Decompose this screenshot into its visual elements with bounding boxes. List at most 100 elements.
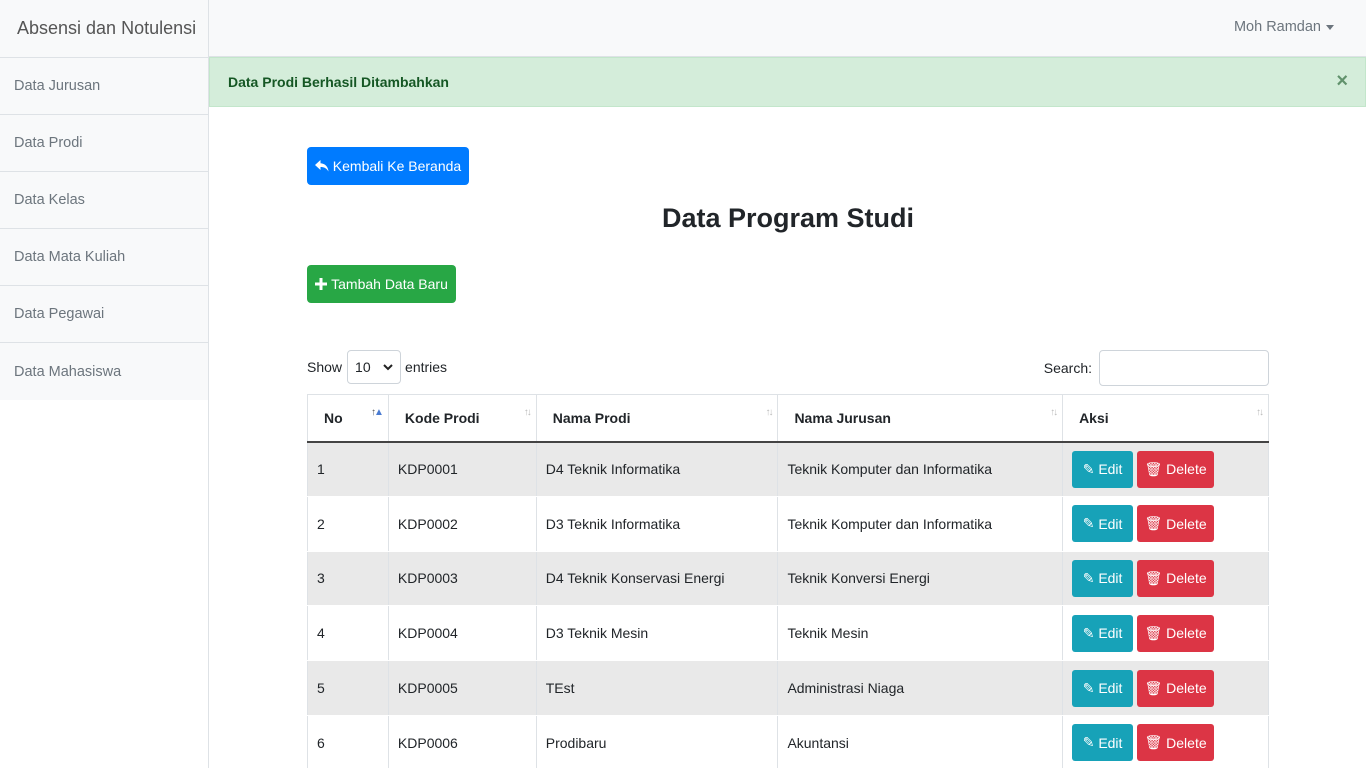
- edit-button[interactable]: ✎ Edit: [1072, 669, 1134, 707]
- sidebar-item-data-kelas[interactable]: Data Kelas: [0, 172, 208, 229]
- pencil-icon: ✎: [1082, 515, 1095, 532]
- reply-icon: [314, 159, 329, 171]
- sidebar-item-data-mata-kuliah[interactable]: Data Mata Kuliah: [0, 229, 208, 286]
- edit-button[interactable]: ✎ Edit: [1072, 450, 1134, 488]
- caret-down-icon: [1326, 24, 1334, 30]
- cell-no: 1: [307, 441, 389, 497]
- sort-asc-icon: ↑▲: [371, 407, 384, 418]
- delete-button[interactable]: 🗑 Delete: [1137, 669, 1215, 707]
- user-menu[interactable]: Moh Ramdan: [1234, 19, 1334, 35]
- delete-button[interactable]: 🗑 Delete: [1137, 505, 1215, 543]
- page-title: Data Program Studi: [661, 203, 915, 233]
- cell-actions: ✎ Edit 🗑 Delete: [1062, 441, 1269, 497]
- cell-nama-prodi: D3 Teknik Informatika: [535, 496, 778, 552]
- sort-icon: ↑↓: [765, 407, 773, 418]
- delete-button[interactable]: 🗑 Delete: [1137, 450, 1215, 488]
- table-row: 6 KDP0006 Prodibaru Akuntansi ✎ Edit 🗑 D…: [307, 715, 1269, 768]
- topbar: Moh Ramdan: [209, 0, 1366, 57]
- cell-nama-jurusan: Teknik Mesin: [777, 605, 1063, 662]
- table-row: 5 KDP0005 TEst Administrasi Niaga ✎ Edit…: [307, 660, 1269, 716]
- cell-actions: ✎ Edit 🗑 Delete: [1062, 605, 1269, 662]
- entries-select[interactable]: 10: [347, 350, 402, 384]
- header-kode-prodi[interactable]: Kode Prodi ↑↓: [387, 394, 537, 443]
- trash-icon: 🗑: [1144, 569, 1163, 586]
- header-nama-prodi[interactable]: Nama Prodi ↑↓: [535, 394, 778, 443]
- entries-label: entries: [405, 359, 448, 375]
- cell-nama-jurusan: Teknik Konversi Energi: [777, 551, 1063, 607]
- sort-icon: ↑↓: [1256, 407, 1264, 418]
- search-label: Search:: [1043, 360, 1092, 376]
- back-to-home-button[interactable]: Kembali Ke Beranda: [307, 147, 469, 185]
- back-button-label: Kembali Ke Beranda: [332, 158, 462, 174]
- edit-button[interactable]: ✎ Edit: [1072, 559, 1134, 597]
- header-nama-jurusan[interactable]: Nama Jurusan ↑↓: [777, 394, 1063, 443]
- cell-nama-prodi: TEst: [535, 660, 778, 716]
- alert-message: Data Prodi Berhasil Ditambahkan: [228, 74, 449, 90]
- sidebar-item-data-mahasiswa[interactable]: Data Mahasiswa: [0, 343, 208, 400]
- pencil-icon: ✎: [1082, 679, 1095, 696]
- sort-icon: ↑↓: [1050, 407, 1058, 418]
- cell-kode: KDP0006: [387, 715, 537, 768]
- trash-icon: 🗑: [1144, 515, 1163, 532]
- delete-button[interactable]: 🗑 Delete: [1137, 559, 1215, 597]
- cell-nama-jurusan: Teknik Komputer dan Informatika: [777, 441, 1063, 497]
- show-entries: Show 10 entries: [307, 350, 447, 384]
- edit-button[interactable]: ✎ Edit: [1072, 724, 1134, 762]
- cell-nama-jurusan: Administrasi Niaga: [777, 660, 1063, 716]
- trash-icon: 🗑: [1144, 734, 1163, 751]
- cell-nama-jurusan: Akuntansi: [777, 715, 1063, 768]
- cell-nama-prodi: Prodibaru: [535, 715, 778, 768]
- trash-icon: 🗑: [1144, 679, 1163, 696]
- pencil-icon: ✎: [1082, 569, 1095, 586]
- pencil-icon: ✎: [1082, 624, 1095, 641]
- delete-button[interactable]: 🗑 Delete: [1137, 724, 1215, 762]
- table-row: 1 KDP0001 D4 Teknik Informatika Teknik K…: [307, 441, 1269, 497]
- cell-nama-prodi: D3 Teknik Mesin: [535, 605, 778, 662]
- add-button-label: Tambah Data Baru: [331, 276, 448, 292]
- cell-no: 6: [307, 715, 389, 768]
- table-row: 3 KDP0003 D4 Teknik Konservasi Energi Te…: [307, 551, 1269, 607]
- app-title[interactable]: Absensi dan Notulensi: [0, 0, 208, 58]
- search-input[interactable]: [1099, 350, 1269, 386]
- cell-kode: KDP0004: [387, 605, 537, 662]
- table-row: 4 KDP0004 D3 Teknik Mesin Teknik Mesin ✎…: [307, 605, 1269, 662]
- cell-actions: ✎ Edit 🗑 Delete: [1062, 660, 1269, 716]
- sidebar-item-data-jurusan[interactable]: Data Jurusan: [0, 58, 208, 115]
- trash-icon: 🗑: [1144, 624, 1163, 641]
- show-label: Show: [307, 359, 343, 375]
- delete-button[interactable]: 🗑 Delete: [1137, 614, 1215, 652]
- header-no[interactable]: No ↑▲: [307, 394, 389, 443]
- sidebar: Absensi dan Notulensi Data Jurusan Data …: [0, 0, 209, 768]
- edit-button[interactable]: ✎ Edit: [1072, 505, 1134, 543]
- pencil-icon: ✎: [1082, 734, 1095, 751]
- cell-no: 5: [307, 660, 389, 716]
- prodi-table: No ↑▲ Kode Prodi ↑↓ Nama Prodi ↑↓ Nama J…: [307, 394, 1269, 768]
- edit-button[interactable]: ✎ Edit: [1072, 614, 1134, 652]
- cell-no: 4: [307, 605, 389, 662]
- pencil-icon: ✎: [1082, 460, 1095, 477]
- cell-kode: KDP0005: [387, 660, 537, 716]
- header-aksi[interactable]: Aksi ↑↓: [1062, 394, 1269, 443]
- cell-nama-prodi: D4 Teknik Konservasi Energi: [535, 551, 778, 607]
- table-row: 2 KDP0002 D3 Teknik Informatika Teknik K…: [307, 496, 1269, 552]
- entries-value: 10: [355, 359, 371, 375]
- cell-kode: KDP0003: [387, 551, 537, 607]
- cell-no: 3: [307, 551, 389, 607]
- cell-actions: ✎ Edit 🗑 Delete: [1062, 496, 1269, 552]
- sidebar-item-data-pegawai[interactable]: Data Pegawai: [0, 286, 208, 343]
- sort-icon: ↑↓: [523, 407, 532, 418]
- sidebar-item-data-prodi[interactable]: Data Prodi: [0, 115, 208, 172]
- chevron-down-icon: [383, 363, 393, 370]
- cell-kode: KDP0001: [387, 441, 537, 497]
- search: Search:: [1044, 350, 1269, 386]
- cell-no: 2: [307, 496, 389, 552]
- trash-icon: 🗑: [1144, 460, 1163, 477]
- cell-nama-prodi: D4 Teknik Informatika: [535, 441, 778, 497]
- cell-nama-jurusan: Teknik Komputer dan Informatika: [777, 496, 1063, 552]
- cell-actions: ✎ Edit 🗑 Delete: [1062, 551, 1269, 607]
- add-new-data-button[interactable]: Tambah Data Baru: [307, 265, 456, 303]
- close-icon[interactable]: ×: [1336, 71, 1348, 91]
- cell-actions: ✎ Edit 🗑 Delete: [1062, 715, 1269, 768]
- success-alert: Data Prodi Berhasil Ditambahkan ×: [209, 57, 1366, 107]
- cell-kode: KDP0002: [387, 496, 537, 552]
